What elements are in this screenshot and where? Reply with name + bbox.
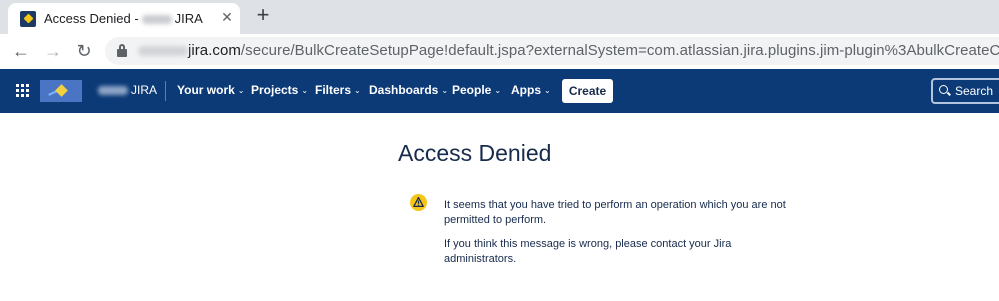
menu-label: People bbox=[452, 83, 492, 97]
menu-filters[interactable]: Filters ⌄ bbox=[315, 83, 361, 97]
browser-tab-strip: Access Denied - JIRA ✕ + bbox=[0, 0, 999, 34]
menu-your-work[interactable]: Your work ⌄ bbox=[177, 83, 245, 97]
warning-icon bbox=[410, 194, 427, 211]
menu-apps[interactable]: Apps ⌄ bbox=[511, 83, 551, 97]
nav-divider bbox=[165, 81, 166, 101]
brand-label: JIRA bbox=[131, 83, 158, 97]
redacted-text bbox=[138, 46, 188, 57]
reload-icon[interactable]: ↻ bbox=[73, 40, 95, 62]
search-icon bbox=[939, 85, 948, 94]
app-switcher-grid-icon[interactable] bbox=[16, 84, 30, 98]
menu-people[interactable]: People ⌄ bbox=[452, 83, 501, 97]
chevron-down-icon: ⌄ bbox=[237, 86, 245, 95]
menu-label: Apps bbox=[511, 83, 541, 97]
chevron-down-icon: ⌄ bbox=[301, 86, 309, 95]
browser-toolbar: ← → ↻ jira.com/secure/BulkCreateSetupPag… bbox=[0, 34, 999, 68]
forward-arrow-icon[interactable]: → bbox=[42, 40, 64, 62]
url-host: jira.com bbox=[188, 42, 241, 59]
redacted-text bbox=[98, 86, 128, 96]
message-paragraph: If you think this message is wrong, plea… bbox=[444, 238, 732, 265]
back-arrow-icon[interactable]: ← bbox=[10, 40, 32, 62]
lock-icon[interactable] bbox=[117, 44, 127, 57]
tab-title: Access Denied - JIRA bbox=[44, 11, 203, 26]
search-placeholder: Search bbox=[955, 84, 994, 98]
message-paragraph: It seems that you have tried to perform … bbox=[444, 199, 786, 226]
jira-favicon-icon bbox=[20, 11, 36, 27]
browser-tab[interactable]: Access Denied - JIRA ✕ bbox=[8, 3, 240, 34]
url-path: /secure/BulkCreateSetupPage!default.jspa… bbox=[240, 42, 999, 59]
menu-dashboards[interactable]: Dashboards ⌄ bbox=[369, 83, 448, 97]
menu-label: Projects bbox=[251, 83, 299, 97]
address-bar[interactable]: jira.com/secure/BulkCreateSetupPage!defa… bbox=[105, 37, 999, 65]
chevron-down-icon: ⌄ bbox=[544, 86, 551, 95]
url-text[interactable]: jira.com/secure/BulkCreateSetupPage!defa… bbox=[138, 42, 999, 59]
search-input[interactable]: Search bbox=[931, 78, 999, 104]
create-button[interactable]: Create bbox=[562, 79, 613, 103]
page-title: Access Denied bbox=[398, 140, 552, 166]
menu-label: Filters bbox=[315, 83, 352, 97]
error-message: It seems that you have tried to perform … bbox=[444, 198, 804, 267]
tab-title-prefix: Access Denied - bbox=[44, 11, 139, 26]
menu-projects[interactable]: Projects ⌄ bbox=[251, 83, 308, 97]
site-name[interactable]: JIRA bbox=[98, 83, 157, 97]
new-tab-button[interactable]: + bbox=[252, 4, 274, 26]
close-tab-icon[interactable]: ✕ bbox=[219, 9, 235, 25]
chevron-down-icon: ⌄ bbox=[441, 86, 449, 95]
menu-label: Dashboards bbox=[369, 83, 439, 97]
chevron-down-icon: ⌄ bbox=[354, 86, 361, 95]
jira-top-nav: JIRA Your work ⌄ Projects ⌄ Filters ⌄ Dashb… bbox=[0, 69, 999, 113]
chevron-down-icon: ⌄ bbox=[494, 86, 502, 95]
site-logo[interactable] bbox=[40, 80, 82, 102]
redacted-text bbox=[141, 15, 172, 25]
tab-title-suffix: JIRA bbox=[174, 11, 203, 26]
menu-label: Your work bbox=[177, 83, 235, 97]
